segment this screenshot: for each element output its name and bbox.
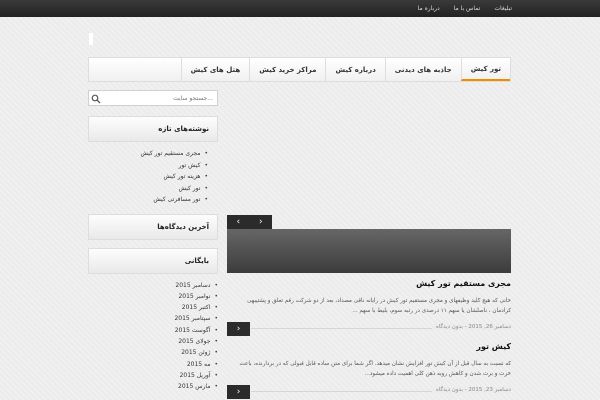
recent-post-item[interactable]: مجری مستقیم تور کیش — [88, 148, 208, 160]
search-input[interactable] — [89, 91, 217, 105]
main-nav-kish-tour[interactable]: تور کیش — [460, 58, 510, 81]
archive-item[interactable]: مه 2015 — [88, 359, 218, 370]
site-logo[interactable] — [89, 33, 93, 45]
archive-item[interactable]: سپتامبر 2015 — [88, 313, 218, 324]
main-nav-shopping-centers[interactable]: مراکز خرید کیش — [249, 58, 325, 81]
archive-item[interactable]: آوریل 2015 — [88, 370, 218, 381]
post-read-more-button[interactable]: › — [227, 322, 250, 336]
main-nav-hotels[interactable]: هتل های کیش — [180, 58, 250, 81]
top-nav-ads[interactable]: تبلیغات — [494, 5, 512, 12]
top-nav-contact[interactable]: تماس با ما — [454, 5, 481, 12]
main-nav-about-kish[interactable]: درباره کیش — [325, 58, 384, 81]
recent-post-item[interactable]: تور مسافرتی کیش — [88, 194, 208, 206]
recent-posts-heading: نوشته‌های تازه — [88, 116, 218, 142]
recent-post-item[interactable]: هزینه تور کیش — [88, 171, 208, 183]
archives-heading: بایگانی — [88, 247, 218, 274]
post-read-more-button[interactable]: › — [227, 385, 250, 399]
post-1-meta-row: › دسامبر 26, 2015 - بدون دیدگاه — [227, 322, 511, 336]
search-icon[interactable] — [91, 94, 101, 104]
post-meta: دسامبر 26, 2015 - بدون دیدگاه — [431, 324, 511, 330]
recent-post-item[interactable]: کیش تور — [88, 160, 208, 172]
post-1: مجری مستقیم تور کیش خانی که هیچ کلید وظی… — [227, 279, 511, 316]
main-nav-attractions[interactable]: جاذبه های دیدنی — [384, 58, 461, 81]
slider-prev-button[interactable]: ‹ — [227, 215, 250, 229]
recent-post-item[interactable]: تور کیش — [88, 183, 208, 195]
main-nav: تور کیش جاذبه های دیدنی درباره کیش مراکز… — [88, 57, 511, 82]
slider-next-button[interactable]: › — [250, 215, 273, 229]
slider-controls: ‹ › — [227, 215, 272, 229]
post-excerpt: خانی که هیچ کلید وظیفهای و مجری مستقیم ت… — [247, 298, 511, 314]
archive-item[interactable]: اکتبر 2015 — [88, 302, 218, 313]
top-bar: تبلیغات تماس با ما درباره ما — [0, 0, 600, 17]
top-nav-about[interactable]: درباره ما — [418, 5, 440, 12]
archive-item[interactable]: دسامبر 2015 — [88, 280, 218, 291]
post-title[interactable]: کیش تور — [227, 342, 511, 351]
post-2-meta-row: › دسامبر 23, 2015 - بدون دیدگاه — [227, 385, 511, 399]
search-box — [88, 90, 218, 106]
post-2: کیش تور که نسبت به سال قبل از آن کیش تور… — [227, 342, 511, 379]
archive-item[interactable]: آگوست 2015 — [88, 325, 218, 336]
archive-item[interactable]: نوامبر 2015 — [88, 291, 218, 302]
archive-item[interactable]: ژوئن 2015 — [88, 347, 218, 358]
recent-posts-list: مجری مستقیم تور کیش کیش تور هزینه تور کی… — [88, 142, 218, 208]
sidebar: نوشته‌های تازه مجری مستقیم تور کیش کیش ت… — [88, 90, 218, 392]
top-nav: تبلیغات تماس با ما درباره ما — [404, 0, 512, 17]
recent-comments-heading: آخرین دیدگاه‌ها — [88, 213, 218, 240]
archive-item[interactable]: مارس 2015 — [88, 381, 218, 392]
archives-list: دسامبر 2015 نوامبر 2015 اکتبر 2015 سپتام… — [88, 274, 218, 393]
post-excerpt: که نسبت به سال قبل از آن کیش تور افزایش … — [239, 361, 511, 377]
slider-caption-bar — [227, 229, 511, 273]
post-title[interactable]: مجری مستقیم تور کیش — [227, 279, 511, 288]
archive-item[interactable]: جولای 2015 — [88, 336, 218, 347]
post-meta: دسامبر 23, 2015 - بدون دیدگاه — [431, 387, 511, 393]
